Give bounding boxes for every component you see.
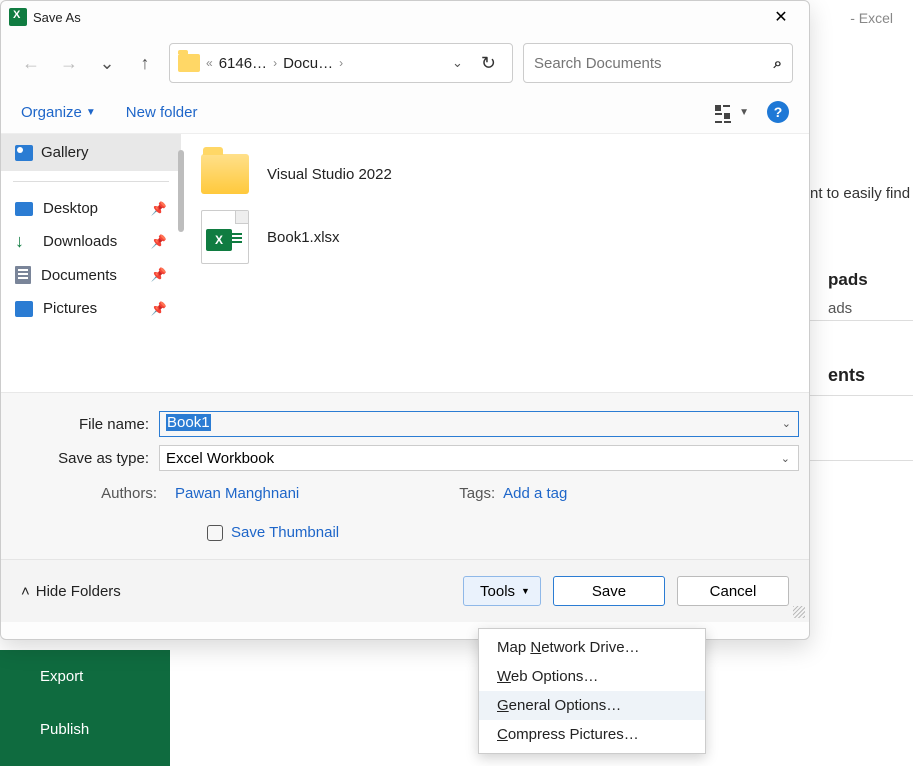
download-icon: ↓ [15, 234, 33, 250]
breadcrumb-sep: « [206, 56, 213, 70]
search-box[interactable]: ⌕ [523, 43, 793, 83]
save-button[interactable]: Save [553, 576, 665, 606]
breadcrumb-seg1[interactable]: 6146… [219, 55, 267, 72]
folder-icon [201, 154, 249, 194]
pin-icon[interactable]: 📌 [151, 201, 167, 217]
save-as-dialog: Save As ✕ ← → ⌄ ↑ « 6146… › Docu… › ⌄ ↻ … [0, 0, 810, 640]
new-folder-button[interactable]: New folder [126, 104, 198, 121]
sidebar-label: Desktop [43, 200, 98, 217]
filename-input[interactable]: Book1 [159, 411, 799, 437]
close-button[interactable]: ✕ [761, 3, 801, 31]
scrollbar-thumb[interactable] [178, 150, 184, 232]
command-bar: Organize▼ New folder ▼ ? [1, 97, 809, 133]
menu-compress-pictures[interactable]: Compress Pictures… [479, 720, 705, 749]
save-thumbnail-checkbox[interactable] [207, 525, 223, 541]
document-icon [15, 266, 31, 284]
pin-icon[interactable]: 📌 [151, 234, 167, 250]
sidebar-item-documents[interactable]: Documents 📌 [1, 258, 181, 292]
backstage-export[interactable]: Export [0, 650, 170, 703]
sidebar-label: Gallery [41, 144, 89, 161]
titlebar: Save As ✕ [1, 1, 809, 33]
organize-menu[interactable]: Organize▼ [21, 104, 96, 121]
list-item[interactable]: Visual Studio 2022 [201, 146, 789, 202]
list-item[interactable]: X Book1.xlsx [201, 202, 789, 272]
chevron-down-icon: ⌄ [781, 452, 790, 465]
xlsx-icon: X [201, 210, 249, 264]
recent-dropdown[interactable]: ⌄ [93, 49, 121, 77]
filename-dropdown[interactable]: ⌄ [782, 417, 791, 430]
sidebar-item-downloads[interactable]: ↓ Downloads 📌 [1, 225, 181, 258]
hide-folders-button[interactable]: ˄ Hide Folders [21, 583, 121, 600]
chevron-right-icon: › [273, 56, 277, 70]
chevron-right-icon: › [339, 56, 343, 70]
bg-uploads-sub: ads [810, 290, 870, 327]
filename-label: File name: [11, 416, 159, 433]
search-input[interactable] [534, 55, 774, 72]
savetype-label: Save as type: [11, 450, 159, 467]
excel-icon [9, 8, 27, 26]
pin-icon[interactable]: 📌 [151, 301, 167, 317]
backstage-publish[interactable]: Publish [0, 703, 170, 756]
file-name: Visual Studio 2022 [267, 166, 392, 183]
menu-general-options[interactable]: General Options… [479, 691, 705, 720]
nav-pane: Gallery Desktop 📌 ↓ Downloads 📌 Document… [1, 134, 181, 392]
sidebar-label: Documents [41, 267, 117, 284]
sidebar-divider [13, 181, 169, 182]
view-icon [715, 105, 733, 119]
search-icon[interactable]: ⌕ [774, 55, 782, 72]
file-name: Book1.xlsx [267, 229, 340, 246]
body: Gallery Desktop 📌 ↓ Downloads 📌 Document… [1, 133, 809, 393]
savetype-select[interactable]: Excel Workbook ⌄ [159, 445, 799, 471]
forward-button[interactable]: → [55, 49, 83, 77]
bg-hint: nt to easily find [810, 185, 910, 202]
breadcrumb[interactable]: « 6146… › Docu… › ⌄ ↻ [169, 43, 513, 83]
breadcrumb-seg2[interactable]: Docu… [283, 55, 333, 72]
file-list[interactable]: Visual Studio 2022 X Book1.xlsx [181, 134, 809, 392]
authors-label: Authors: [11, 485, 167, 502]
backstage-panel: Export Publish [0, 650, 170, 766]
pin-icon[interactable]: 📌 [151, 267, 167, 283]
tools-menu: Map Network Drive… Web Options… General … [478, 628, 706, 754]
breadcrumb-dropdown[interactable]: ⌄ [448, 51, 467, 75]
refresh-button[interactable]: ↻ [473, 49, 504, 78]
resize-grip[interactable] [793, 606, 805, 618]
view-menu[interactable]: ▼ [715, 105, 749, 119]
bg-ents: ents [810, 355, 883, 396]
gallery-icon [15, 145, 33, 161]
sidebar-item-pictures[interactable]: Pictures 📌 [1, 292, 181, 325]
menu-web-options[interactable]: Web Options… [479, 662, 705, 691]
cancel-button[interactable]: Cancel [677, 576, 789, 606]
desktop-icon [15, 202, 33, 216]
authors-value[interactable]: Pawan Manghnani [175, 485, 299, 502]
help-button[interactable]: ? [767, 101, 789, 123]
pictures-icon [15, 301, 33, 317]
chevron-up-icon: ˄ [21, 583, 30, 600]
dialog-footer: ˄ Hide Folders Tools▼ Save Cancel [1, 559, 809, 622]
nav-toolbar: ← → ⌄ ↑ « 6146… › Docu… › ⌄ ↻ ⌕ [1, 33, 809, 97]
save-thumbnail-label[interactable]: Save Thumbnail [231, 524, 339, 541]
tools-button[interactable]: Tools▼ [463, 576, 541, 606]
up-button[interactable]: ↑ [131, 49, 159, 77]
dialog-title: Save As [33, 10, 81, 25]
tags-label: Tags: [459, 485, 495, 502]
sidebar-item-desktop[interactable]: Desktop 📌 [1, 192, 181, 225]
tags-value[interactable]: Add a tag [503, 485, 567, 502]
sidebar-label: Pictures [43, 300, 97, 317]
back-button[interactable]: ← [17, 49, 45, 77]
menu-map-network-drive[interactable]: Map Network Drive… [479, 633, 705, 662]
folder-icon [178, 54, 200, 72]
bg-app-title: - Excel [850, 10, 893, 26]
sidebar-item-gallery[interactable]: Gallery [1, 134, 181, 171]
form-area: File name: Book1 ⌄ Save as type: Excel W… [1, 393, 809, 559]
sidebar-label: Downloads [43, 233, 117, 250]
